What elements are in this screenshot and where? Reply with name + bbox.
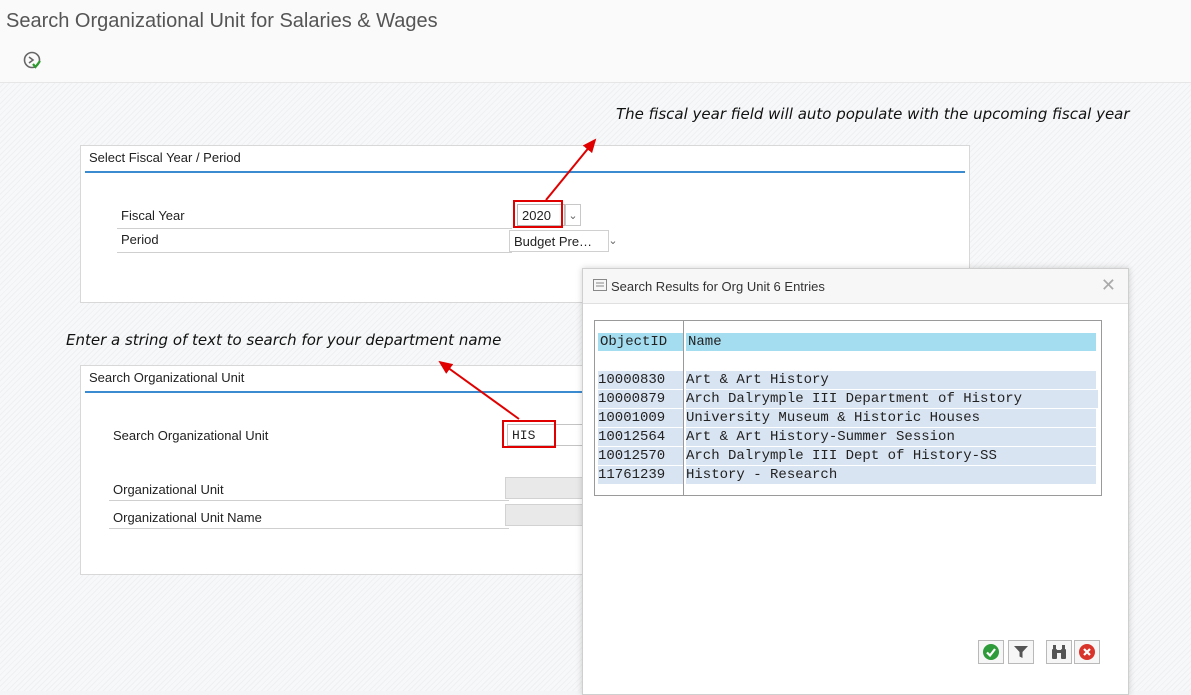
org-unit-name-label: Organizational Unit Name [113,510,262,525]
results-table: ObjectID Name 10000830 Art & Art History… [594,320,1102,496]
column-header-name[interactable]: Name [686,333,1096,351]
row-divider [117,252,512,253]
column-header-label: Name [688,334,722,350]
row-divider [109,528,509,529]
dialog-title: Search Results for Org Unit 6 Entries [611,279,825,294]
org-unit-name-field [505,504,591,526]
search-org-unit-label: Search Organizational Unit [113,428,269,443]
cancel-button[interactable] [1074,640,1100,664]
row-objectid: 10000879 [598,390,683,408]
row-name: Art & Art History [686,371,1096,389]
ok-button[interactable] [978,640,1004,664]
org-unit-label: Organizational Unit [113,482,224,497]
row-divider [117,228,512,229]
title-bar: Search Organizational Unit for Salaries … [0,0,1191,45]
table-row[interactable]: 11761239 History - Research [595,466,1101,485]
table-row[interactable]: 10012564 Art & Art History-Summer Sessio… [595,428,1101,447]
fiscal-year-annotation: The fiscal year field will auto populate… [616,105,1130,123]
filter-button[interactable] [1008,640,1034,664]
execute-icon[interactable] [22,49,44,71]
column-header-objectid[interactable]: ObjectID [598,333,683,351]
column-header-label: ObjectID [600,334,668,350]
close-icon[interactable]: ✕ [1101,275,1116,296]
row-objectid: 10001009 [598,409,683,427]
row-objectid: 10012570 [598,447,683,465]
find-button[interactable] [1046,640,1072,664]
cancel-icon [1079,644,1095,660]
group-heading: Search Organizational Unit [89,370,245,385]
row-name: Art & Art History-Summer Session [686,428,1096,446]
search-org-unit-group: Search Organizational Unit Search Organi… [80,365,592,575]
group-divider [85,171,965,173]
row-name: Arch Dalrymple III Dept of History-SS [686,447,1096,465]
search-field-highlight [502,420,556,448]
filter-icon [1014,646,1028,658]
chevron-down-icon[interactable]: ⌄ [605,230,621,252]
page-title: Search Organizational Unit for Salaries … [6,10,438,32]
row-objectid: 10000830 [598,371,683,389]
ok-icon [983,644,999,660]
org-unit-field [505,477,591,499]
fiscal-year-highlight [513,200,563,228]
row-divider [109,500,509,501]
row-name: University Museum & Historic Houses [686,409,1096,427]
period-field[interactable]: Budget Pre… [509,230,609,252]
chevron-down-icon[interactable]: ⌄ [565,204,581,226]
row-objectid: 11761239 [598,466,683,484]
table-row[interactable]: 10001009 University Museum & Historic Ho… [595,409,1101,428]
search-results-dialog: Search Results for Org Unit 6 Entries ✕ … [582,268,1129,695]
toolbar [0,44,1191,83]
binoculars-icon [1052,645,1066,659]
row-objectid: 10012564 [598,428,683,446]
list-icon [593,279,607,291]
group-heading: Select Fiscal Year / Period [89,150,241,165]
fiscal-year-label: Fiscal Year [121,208,185,223]
table-row[interactable]: 10000830 Art & Art History [595,371,1101,390]
dialog-header: Search Results for Org Unit 6 Entries ✕ [583,269,1128,304]
table-row[interactable]: 10012570 Arch Dalrymple III Dept of Hist… [595,447,1101,466]
period-label: Period [121,232,159,247]
search-annotation: Enter a string of text to search for you… [66,331,502,349]
row-name: History - Research [686,466,1096,484]
row-name: Arch Dalrymple III Department of History [686,390,1098,408]
group-divider [85,391,587,393]
table-row[interactable]: 10000879 Arch Dalrymple III Department o… [595,390,1101,409]
